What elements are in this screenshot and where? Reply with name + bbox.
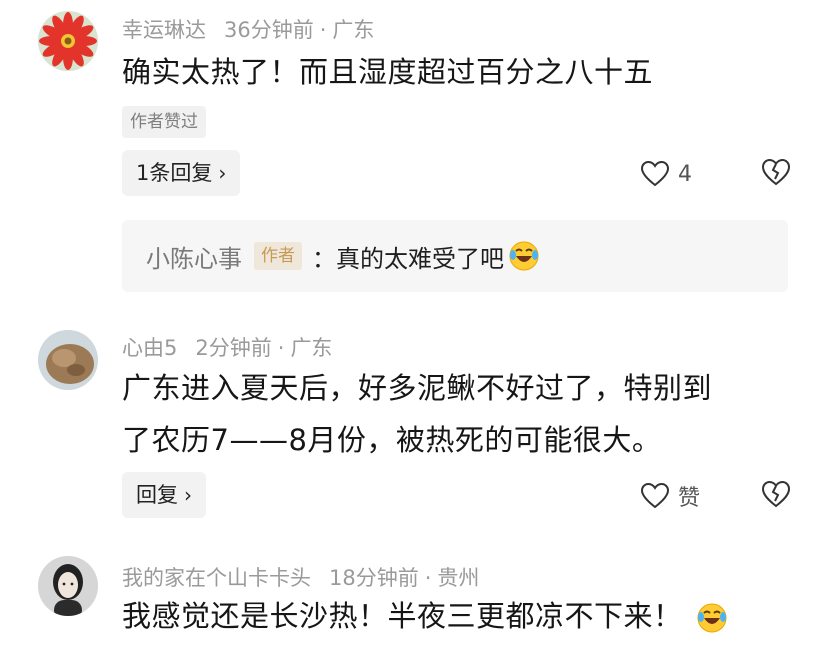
portrait-avatar-icon	[38, 556, 98, 616]
username[interactable]: 心由5	[122, 336, 177, 360]
timestamp: 18分钟前	[329, 566, 419, 590]
broken-heart-icon	[761, 480, 791, 508]
comment-text: 确实太热了！而且湿度超过百分之八十五	[122, 55, 654, 89]
comment-text-line: 了农历7——8月份，被热死的可能很大。	[122, 423, 662, 457]
flower-avatar-icon	[38, 11, 98, 71]
reply-text: ：真的太难受了吧	[312, 244, 504, 273]
like-count: 4	[678, 161, 692, 187]
comment-text-line: 广东进入夏天后，好多泥鳅不好过了，特别到	[122, 371, 713, 405]
reply-button-label: 回复	[136, 483, 178, 507]
heart-outline-icon	[640, 482, 670, 509]
timestamp: 2分钟前	[195, 336, 272, 360]
reply-preview[interactable]: 小陈心事 作者 ：真的太难受了吧	[122, 220, 788, 292]
comment-text-content: 我感觉还是长沙热！半夜三更都凉不下来！	[122, 599, 683, 633]
separator: ·	[319, 18, 327, 42]
chevron-right-icon: ›	[184, 483, 192, 507]
comment-meta: 心由5 2分钟前 · 广东	[122, 332, 332, 362]
comment-text: 广东进入夏天后，好多泥鳅不好过了，特别到 了农历7——8月份，被热死的可能很大。	[122, 362, 802, 466]
like-button[interactable]: 4	[640, 154, 692, 194]
reply-username[interactable]: 小陈心事	[146, 239, 242, 274]
crying-laughing-emoji-icon	[509, 241, 539, 271]
comment-meta: 我的家在个山卡卡头 18分钟前 · 贵州	[122, 562, 479, 592]
location: 贵州	[437, 566, 480, 590]
broken-heart-icon	[761, 158, 791, 186]
view-replies-button[interactable]: 1条回复 ›	[122, 150, 241, 196]
like-label: 赞	[678, 486, 701, 511]
separator: ·	[277, 336, 285, 360]
dislike-button[interactable]	[760, 157, 794, 191]
comment-text: 我感觉还是长沙热！半夜三更都凉不下来！	[122, 590, 802, 642]
author-liked-badge: 作者赞过	[122, 106, 206, 138]
location: 广东	[332, 18, 375, 42]
username[interactable]: 幸运琳达	[122, 18, 206, 42]
chevron-right-icon: ›	[218, 161, 227, 185]
reply-button-label: 1条回复	[136, 161, 213, 185]
dislike-button[interactable]	[760, 479, 794, 513]
avatar[interactable]	[38, 330, 98, 390]
timestamp: 36分钟前	[224, 18, 314, 42]
avatar[interactable]	[38, 11, 98, 71]
reply-button[interactable]: 回复 ›	[122, 472, 206, 518]
like-button[interactable]: 赞	[640, 476, 700, 516]
crying-laughing-emoji-icon	[697, 603, 727, 633]
rock-avatar-icon	[38, 330, 98, 390]
username[interactable]: 我的家在个山卡卡头	[122, 566, 311, 590]
heart-outline-icon	[640, 160, 670, 187]
avatar[interactable]	[38, 556, 98, 616]
separator: ·	[424, 566, 432, 590]
location: 广东	[290, 336, 333, 360]
author-tag: 作者	[254, 242, 302, 270]
comment-meta: 幸运琳达 36分钟前 · 广东	[122, 14, 374, 44]
